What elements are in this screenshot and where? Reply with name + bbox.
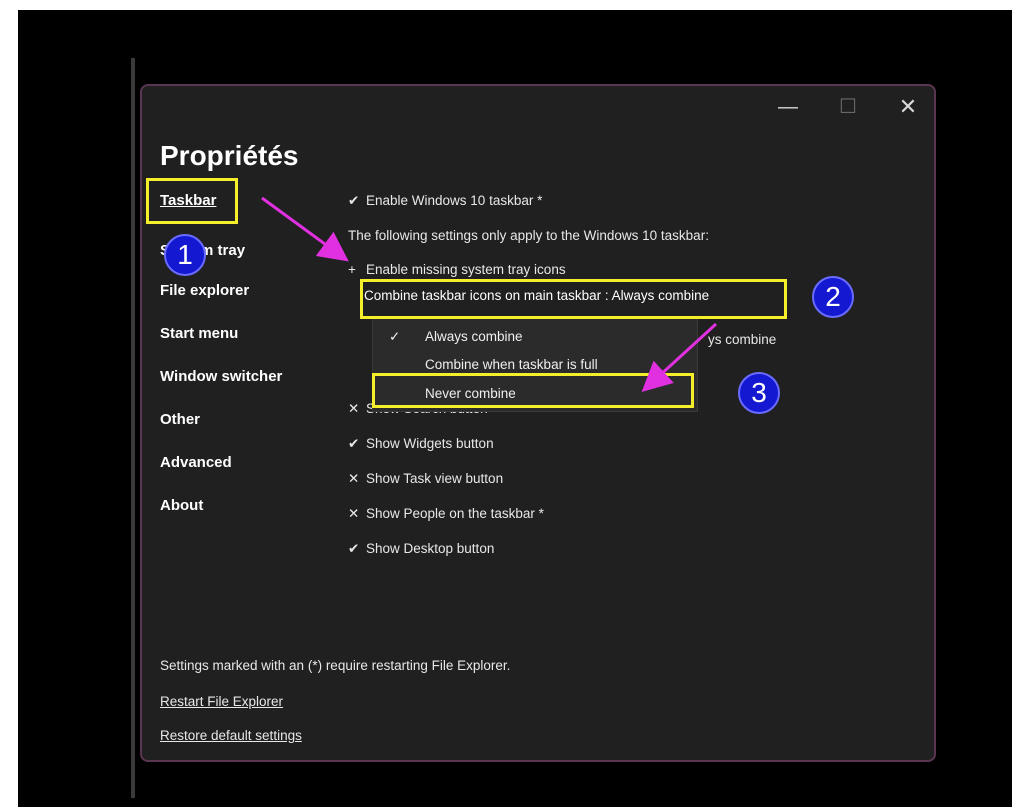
annotation-arrows [261, 196, 718, 393]
arrow-to-never-combine [641, 322, 718, 393]
arrow-to-option [261, 196, 349, 262]
